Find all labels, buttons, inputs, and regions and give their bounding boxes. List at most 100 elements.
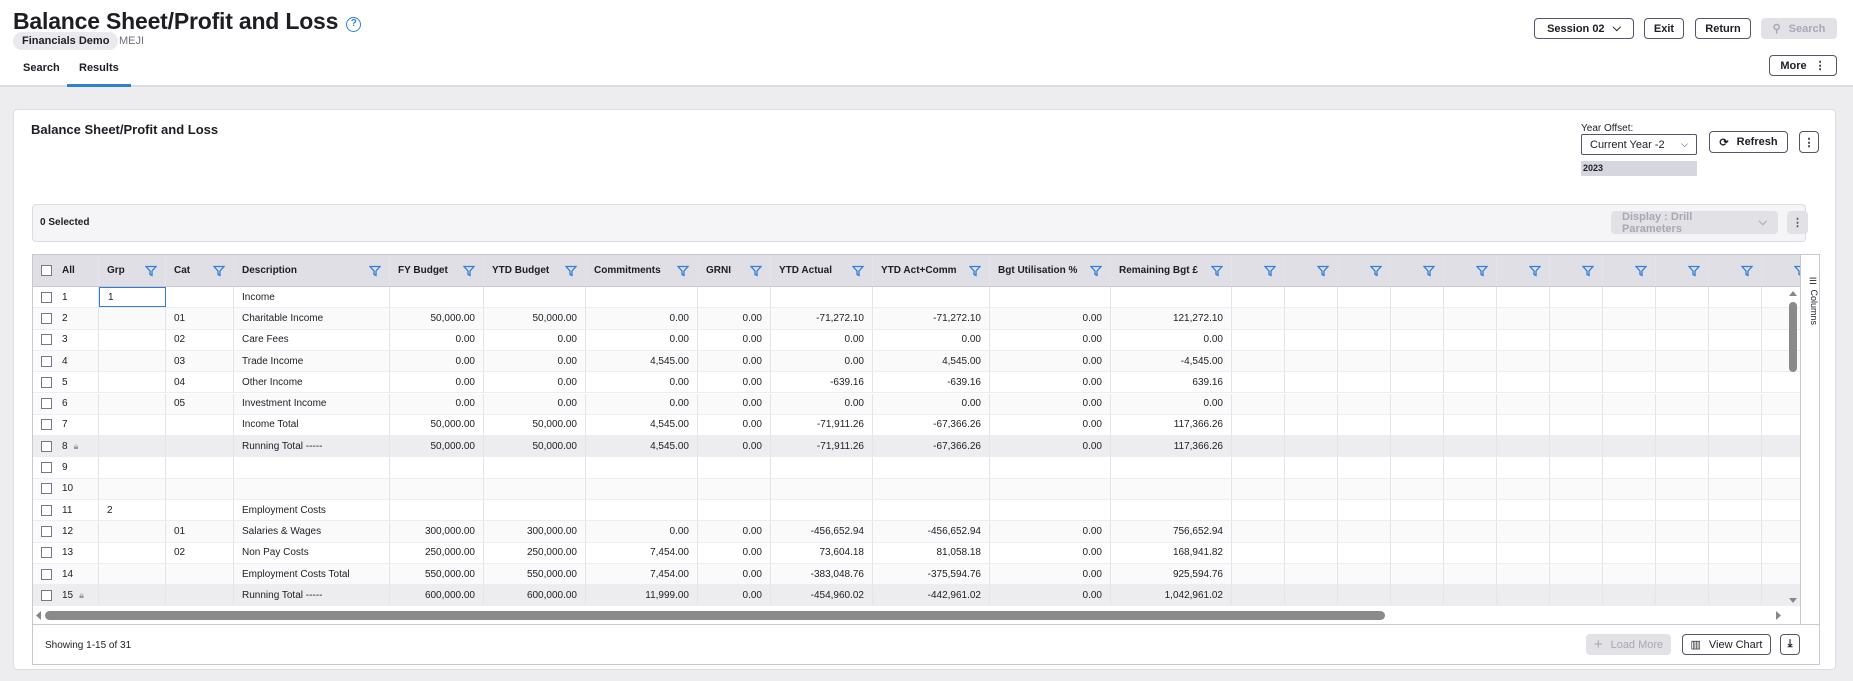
empty-cell[interactable]	[1709, 521, 1762, 542]
value-cell[interactable]: 0.00	[586, 308, 698, 329]
empty-cell[interactable]	[1285, 500, 1338, 521]
value-cell[interactable]	[698, 287, 771, 308]
value-cell[interactable]: 756,652.94	[1111, 521, 1232, 542]
exit-button[interactable]: Exit	[1644, 18, 1684, 39]
empty-cell[interactable]	[1656, 521, 1709, 542]
value-cell[interactable]	[990, 500, 1111, 521]
empty-cell[interactable]	[1656, 287, 1709, 308]
empty-cell[interactable]	[1444, 372, 1497, 393]
empty-cell[interactable]	[1603, 414, 1656, 436]
value-cell[interactable]: 0.00	[1111, 393, 1232, 414]
empty-cell[interactable]	[1550, 350, 1603, 372]
column-header[interactable]	[1444, 255, 1497, 286]
value-cell[interactable]	[390, 500, 484, 521]
empty-cell[interactable]	[1338, 521, 1391, 542]
empty-cell[interactable]	[1656, 414, 1709, 436]
value-cell[interactable]: 0.00	[484, 350, 586, 372]
empty-cell[interactable]	[1656, 436, 1709, 457]
grp-cell[interactable]	[99, 414, 166, 436]
empty-cell[interactable]	[1285, 542, 1338, 563]
empty-cell[interactable]	[1497, 585, 1550, 606]
value-cell[interactable]: 600,000.00	[484, 585, 586, 606]
column-header[interactable]: YTD Actual	[771, 255, 873, 286]
filter-icon[interactable]	[1476, 265, 1488, 277]
empty-cell[interactable]	[1550, 521, 1603, 542]
export-button[interactable]: ⤓	[1780, 634, 1800, 655]
column-header[interactable]: GRNI	[698, 255, 771, 286]
column-header[interactable]	[1709, 255, 1762, 286]
filter-icon[interactable]	[145, 265, 157, 277]
empty-cell[interactable]	[1709, 329, 1762, 350]
cat-cell[interactable]: 03	[166, 350, 234, 372]
table-row[interactable]: 15 🔒︎ Running Total ----- 600,000.00 600,000…	[33, 585, 1815, 607]
return-button[interactable]: Return	[1695, 18, 1751, 39]
value-cell[interactable]: 0.00	[586, 393, 698, 414]
value-cell[interactable]: 0.00	[390, 350, 484, 372]
grp-cell[interactable]: 1	[99, 287, 166, 308]
empty-cell[interactable]	[1656, 542, 1709, 563]
value-cell[interactable]	[990, 287, 1111, 308]
grp-cell[interactable]	[99, 585, 166, 606]
empty-cell[interactable]	[1603, 563, 1656, 585]
table-row[interactable]: 1 1 Income	[33, 287, 1815, 309]
cat-cell[interactable]: 04	[166, 372, 234, 393]
empty-cell[interactable]	[1391, 500, 1444, 521]
value-cell[interactable]: 4,545.00	[586, 414, 698, 436]
empty-cell[interactable]	[1709, 308, 1762, 329]
empty-cell[interactable]	[1603, 308, 1656, 329]
value-cell[interactable]	[698, 500, 771, 521]
value-cell[interactable]: 0.00	[698, 436, 771, 457]
empty-cell[interactable]	[1391, 329, 1444, 350]
cat-cell[interactable]	[166, 457, 234, 478]
filter-icon[interactable]	[1529, 265, 1541, 277]
empty-cell[interactable]	[1550, 372, 1603, 393]
value-cell[interactable]: 0.00	[990, 372, 1111, 393]
row-checkbox[interactable]	[41, 398, 52, 410]
value-cell[interactable]	[771, 457, 873, 478]
value-cell[interactable]: 0.00	[990, 329, 1111, 350]
value-cell[interactable]	[1111, 287, 1232, 308]
column-header[interactable]	[1391, 255, 1444, 286]
value-cell[interactable]	[990, 478, 1111, 499]
value-cell[interactable]: 0.00	[698, 542, 771, 563]
table-row[interactable]: 10	[33, 478, 1815, 500]
help-icon[interactable]: ?	[346, 17, 362, 32]
row-select-cell[interactable]: 7	[33, 414, 99, 436]
cat-cell[interactable]	[166, 478, 234, 499]
tab-results[interactable]: Results	[67, 62, 131, 87]
cat-cell[interactable]	[166, 414, 234, 436]
empty-cell[interactable]	[1656, 393, 1709, 414]
empty-cell[interactable]	[1391, 563, 1444, 585]
empty-cell[interactable]	[1603, 521, 1656, 542]
row-checkbox[interactable]	[41, 568, 52, 580]
empty-cell[interactable]	[1391, 436, 1444, 457]
column-header[interactable]: YTD Budget	[484, 255, 586, 286]
empty-cell[interactable]	[1285, 308, 1338, 329]
value-cell[interactable]: 1,042,961.02	[1111, 585, 1232, 606]
empty-cell[interactable]	[1338, 329, 1391, 350]
value-cell[interactable]	[586, 457, 698, 478]
row-select-cell[interactable]: 1	[33, 287, 99, 308]
empty-cell[interactable]	[1550, 308, 1603, 329]
columns-panel-tab[interactable]: ☰ Columns	[1800, 255, 1819, 624]
value-cell[interactable]	[873, 500, 990, 521]
filter-icon[interactable]	[1211, 265, 1223, 277]
value-cell[interactable]: 50,000.00	[484, 436, 586, 457]
value-cell[interactable]	[771, 478, 873, 499]
empty-cell[interactable]	[1709, 436, 1762, 457]
empty-cell[interactable]	[1444, 414, 1497, 436]
value-cell[interactable]: -67,366.26	[873, 414, 990, 436]
empty-cell[interactable]	[1603, 372, 1656, 393]
value-cell[interactable]: 0.00	[586, 521, 698, 542]
tab-search[interactable]: Search	[23, 62, 60, 87]
row-checkbox[interactable]	[41, 462, 52, 474]
cat-cell[interactable]	[166, 563, 234, 585]
description-cell[interactable]: Other Income	[234, 372, 390, 393]
empty-cell[interactable]	[1709, 457, 1762, 478]
value-cell[interactable]	[484, 478, 586, 499]
empty-cell[interactable]	[1497, 287, 1550, 308]
value-cell[interactable]: 0.00	[698, 393, 771, 414]
row-select-cell[interactable]: 14	[33, 563, 99, 585]
value-cell[interactable]: 168,941.82	[1111, 542, 1232, 563]
row-checkbox[interactable]	[41, 547, 52, 559]
